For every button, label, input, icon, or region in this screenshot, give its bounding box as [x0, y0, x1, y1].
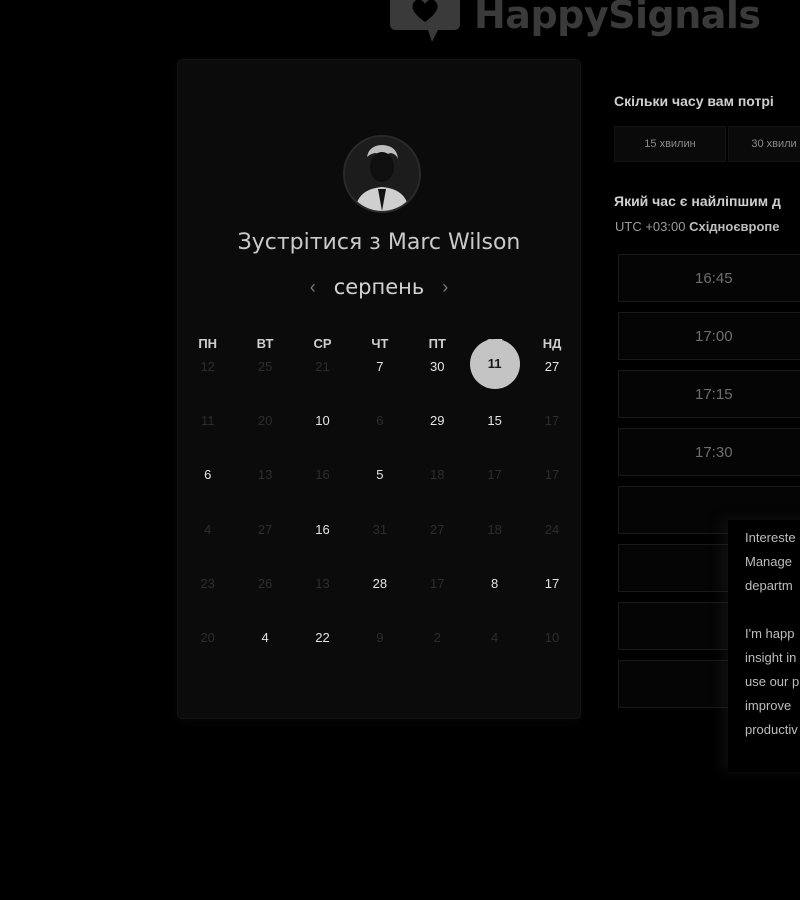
calendar-day: 31	[372, 521, 388, 537]
happysignals-logo: HappySignals	[388, 0, 761, 44]
popup-text-line: insight in	[745, 650, 797, 665]
calendar-day: 17	[487, 467, 502, 483]
calendar-day: 17	[544, 413, 560, 429]
calendar-day: 2	[433, 629, 441, 645]
calendar-day: 4	[491, 629, 499, 645]
weekday-header: ПТ	[428, 336, 446, 351]
calendar-day: 21	[315, 359, 330, 374]
calendar-day: 17	[430, 575, 445, 591]
month-navigation: ‹ серпень ›	[178, 275, 580, 299]
duration-option-30[interactable]: 30 хвили	[728, 126, 800, 162]
calendar-day-selected[interactable]: 11	[466, 339, 523, 407]
calendar-day: 25	[257, 359, 273, 374]
time-question: Який час є найліпшим д	[614, 193, 781, 209]
calendar-day: 20	[200, 629, 215, 645]
calendar-card: Зустрітися з Marc Wilson ‹ серпень › ПН В…	[178, 60, 580, 718]
month-label: серпень	[333, 275, 425, 299]
calendar-day: 4	[204, 521, 212, 537]
chevron-left-icon[interactable]: ‹	[310, 277, 316, 298]
calendar-day[interactable]: 30	[409, 353, 466, 407]
calendar-day[interactable]: 7	[351, 353, 408, 407]
selected-day-label: 11	[469, 339, 520, 389]
time-slot[interactable]: 16:45	[618, 254, 800, 302]
weekday-header: СР	[313, 336, 332, 351]
popup-text-line: productiv	[745, 722, 798, 737]
calendar-day[interactable]: 27	[523, 353, 580, 407]
calendar-day: 20	[257, 413, 273, 429]
calendar-grid: ПНВТСРЧТПТСБНД12252173011271120106291517…	[178, 335, 581, 678]
duration-question: Скільки часу вам потрі	[614, 93, 774, 109]
host-name: Marc Wilson	[387, 230, 521, 255]
calendar-day[interactable]: 17	[523, 570, 580, 624]
speech-bubble-heart-icon	[390, 0, 460, 42]
calendar-day: 23	[200, 575, 215, 591]
calendar-day[interactable]: 22	[294, 624, 351, 678]
person-avatar-icon	[345, 137, 419, 211]
calendar-day[interactable]: 28	[351, 570, 408, 624]
calendar-day: 13	[315, 575, 330, 591]
calendar-day: 18	[430, 467, 445, 483]
chevron-right-icon[interactable]: ›	[442, 277, 448, 298]
calendar-day: 16	[315, 467, 330, 483]
time-slot[interactable]: 17:30	[618, 428, 800, 476]
popup-text-line: I'm happ	[745, 626, 795, 641]
popup-text-line: Intereste	[745, 530, 796, 545]
popup-text-line: Manage	[745, 554, 792, 569]
calendar-day[interactable]: 6	[179, 461, 236, 515]
calendar-day: 11	[200, 413, 215, 429]
calendar-day: 18	[487, 521, 502, 537]
timezone-label[interactable]: UTC +03:00 Східноєвропе	[615, 219, 780, 234]
calendar-day[interactable]: 16	[294, 516, 351, 570]
calendar-day: 17	[544, 467, 560, 483]
calendar-day: 24	[544, 521, 560, 537]
host-avatar	[343, 135, 421, 213]
duration-option-15[interactable]: 15 хвилин	[614, 126, 726, 162]
calendar-day: 27	[430, 521, 445, 537]
time-slot[interactable]: 17:00	[618, 312, 800, 360]
calendar-day[interactable]: 29	[409, 407, 466, 461]
calendar-day: 9	[376, 629, 384, 645]
weekday-header: НД	[542, 336, 562, 351]
calendar-day: 6	[376, 413, 384, 429]
calendar-day[interactable]: 5	[351, 461, 408, 515]
popup-text-line	[728, 598, 800, 622]
timezone-name: Східноєвропе	[689, 219, 780, 234]
popup-text-line: use our p	[745, 674, 800, 689]
weekday-header: ЧТ	[371, 336, 389, 351]
calendar-day: 27	[257, 521, 273, 537]
weekday-header: ПН	[198, 336, 218, 351]
calendar-day[interactable]: 10	[294, 407, 351, 461]
meeting-title-prefix: Зустрітися з	[237, 230, 388, 255]
weekday-header: ВТ	[256, 336, 274, 351]
popup-text-line: improve	[745, 698, 792, 713]
calendar-day: 10	[544, 629, 560, 645]
timezone-offset: UTC +03:00	[615, 219, 690, 234]
calendar-day[interactable]: 4	[236, 624, 293, 678]
meeting-title: Зустрітися з Marc Wilson	[178, 230, 580, 255]
logo-text: HappySignals	[474, 0, 761, 37]
calendar-day[interactable]: 15	[466, 407, 523, 461]
popup-text-line: departm	[745, 578, 793, 593]
calendar-day: 12	[200, 359, 215, 374]
calendar-day: 13	[257, 467, 273, 483]
calendar-day[interactable]: 8	[466, 570, 523, 624]
time-slot[interactable]: 17:15	[618, 370, 800, 418]
chat-popup[interactable]: Intereste Manage departm I'm happ insight i…	[728, 520, 800, 772]
calendar-day: 26	[257, 575, 273, 591]
